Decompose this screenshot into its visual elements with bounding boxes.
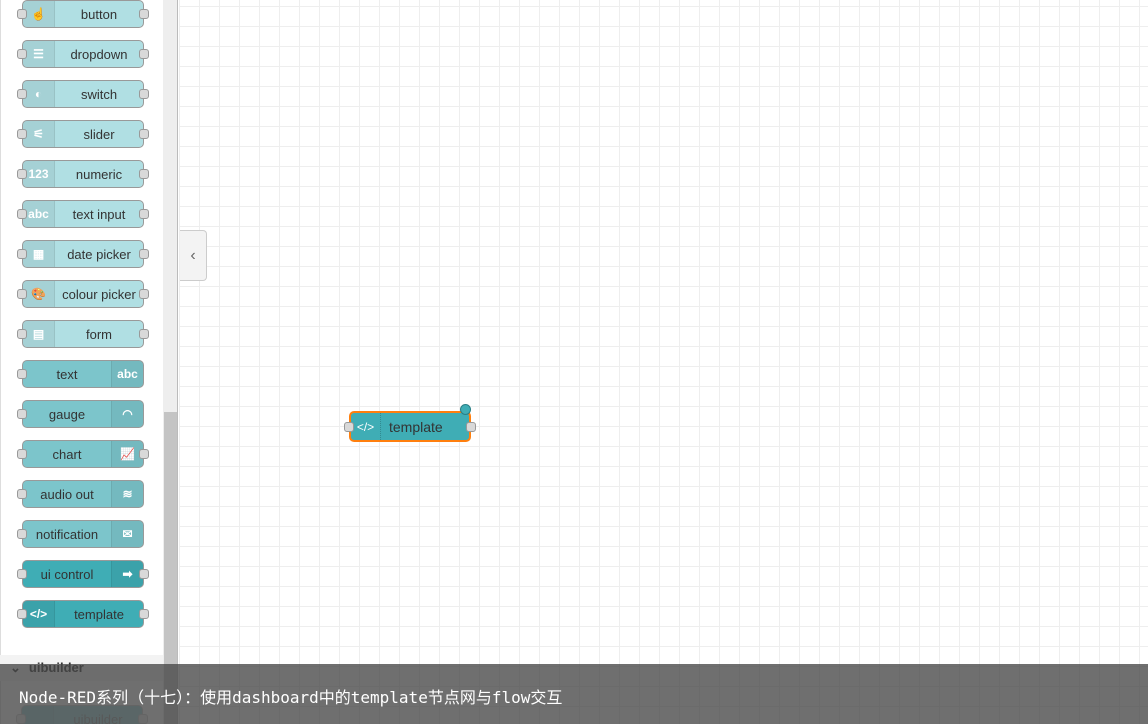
palette-node-colour-picker[interactable]: 🎨 colour picker bbox=[17, 280, 149, 308]
audio-icon: ≋ bbox=[111, 481, 143, 507]
list-icon: ☰ bbox=[23, 41, 55, 67]
toggle-icon: ◐ bbox=[23, 81, 55, 107]
palette-node-gauge[interactable]: gauge ◠ bbox=[17, 400, 144, 428]
palette-node-switch[interactable]: ◐ switch bbox=[17, 80, 149, 108]
abc-icon: abc bbox=[23, 201, 55, 227]
form-icon: ▤ bbox=[23, 321, 55, 347]
node-label: button bbox=[80, 6, 118, 22]
output-port[interactable] bbox=[466, 422, 476, 432]
node-label: chart bbox=[52, 446, 82, 462]
output-port bbox=[139, 569, 149, 579]
palette-node-text[interactable]: text abc bbox=[17, 360, 144, 388]
palette-node-chart[interactable]: chart 📈 bbox=[17, 440, 149, 468]
node-label: slider bbox=[83, 126, 115, 142]
node-label: template bbox=[389, 418, 443, 435]
input-port bbox=[17, 49, 27, 59]
numeric-icon: 123 bbox=[23, 161, 55, 187]
node-label: ui control bbox=[40, 566, 94, 582]
node-label: text bbox=[56, 366, 78, 382]
hand-icon: ☝ bbox=[23, 1, 55, 27]
output-port bbox=[139, 49, 149, 59]
caption-overlay: Node-RED系列（十七）：使用dashboard中的template节点网与… bbox=[0, 664, 1148, 724]
caption-text: Node-RED系列（十七）：使用dashboard中的template节点网与… bbox=[19, 688, 563, 707]
node-label: text input bbox=[72, 206, 126, 222]
input-port bbox=[17, 329, 27, 339]
output-port bbox=[139, 449, 149, 459]
palette-node-ui-control[interactable]: ui control ➡ bbox=[17, 560, 149, 588]
node-palette: ☝ button ☰ dropdown ◐ switch ⚟ slider 123 numeric… bbox=[0, 0, 178, 724]
node-label: colour picker bbox=[62, 286, 136, 302]
node-label: dropdown bbox=[70, 46, 128, 62]
node-label: numeric bbox=[75, 166, 123, 182]
palette-node-button[interactable]: ☝ button bbox=[17, 0, 149, 28]
node-label: date picker bbox=[67, 246, 131, 262]
node-label: audio out bbox=[40, 486, 94, 502]
palette-list: ☝ button ☰ dropdown ◐ switch ⚟ slider 123 numeric… bbox=[0, 0, 163, 724]
abc-icon: abc bbox=[111, 361, 143, 387]
input-port bbox=[17, 289, 27, 299]
input-port bbox=[17, 249, 27, 259]
input-port bbox=[17, 449, 27, 459]
changed-indicator bbox=[460, 404, 471, 415]
output-port bbox=[139, 89, 149, 99]
calendar-icon: ▦ bbox=[23, 241, 55, 267]
palette-node-dropdown[interactable]: ☰ dropdown bbox=[17, 40, 149, 68]
output-port bbox=[139, 9, 149, 19]
input-port bbox=[17, 89, 27, 99]
sliders-icon: ⚟ bbox=[23, 121, 55, 147]
palette-node-numeric[interactable]: 123 numeric bbox=[17, 160, 149, 188]
input-port bbox=[17, 409, 27, 419]
input-port bbox=[17, 529, 27, 539]
output-port bbox=[139, 329, 149, 339]
flow-node-template[interactable]: </> template bbox=[344, 404, 476, 442]
output-port bbox=[139, 129, 149, 139]
output-port bbox=[139, 209, 149, 219]
input-port bbox=[17, 9, 27, 19]
code-icon: </> bbox=[23, 601, 55, 627]
flow-canvas[interactable] bbox=[179, 0, 1148, 724]
palette-node-text-input[interactable]: abc text input bbox=[17, 200, 149, 228]
palette-node-date-picker[interactable]: ▦ date picker bbox=[17, 240, 149, 268]
input-port bbox=[17, 489, 27, 499]
node-label: template bbox=[74, 606, 124, 622]
palette-node-template[interactable]: </> template bbox=[17, 600, 149, 628]
input-port bbox=[17, 609, 27, 619]
output-port bbox=[139, 609, 149, 619]
code-icon: </> bbox=[351, 413, 381, 440]
palette-node-notification[interactable]: notification ✉ bbox=[17, 520, 144, 548]
chevron-left-icon: ‹ bbox=[190, 246, 196, 264]
output-port bbox=[139, 249, 149, 259]
input-port[interactable] bbox=[344, 422, 354, 432]
envelope-icon: ✉ bbox=[111, 521, 143, 547]
node-label: notification bbox=[35, 526, 99, 542]
output-port bbox=[139, 169, 149, 179]
palette-node-audio-out[interactable]: audio out ≋ bbox=[17, 480, 144, 508]
collapse-palette-button[interactable]: ‹ bbox=[180, 230, 207, 281]
palette-node-form[interactable]: ▤ form bbox=[17, 320, 149, 348]
palette-icon: 🎨 bbox=[23, 281, 55, 307]
output-port bbox=[139, 289, 149, 299]
node-label: gauge bbox=[48, 406, 86, 422]
gauge-icon: ◠ bbox=[111, 401, 143, 427]
input-port bbox=[17, 209, 27, 219]
input-port bbox=[17, 129, 27, 139]
input-port bbox=[17, 369, 27, 379]
input-port bbox=[17, 569, 27, 579]
node-label: form bbox=[86, 326, 112, 342]
input-port bbox=[17, 169, 27, 179]
node-label: switch bbox=[80, 86, 118, 102]
palette-node-slider[interactable]: ⚟ slider bbox=[17, 120, 149, 148]
